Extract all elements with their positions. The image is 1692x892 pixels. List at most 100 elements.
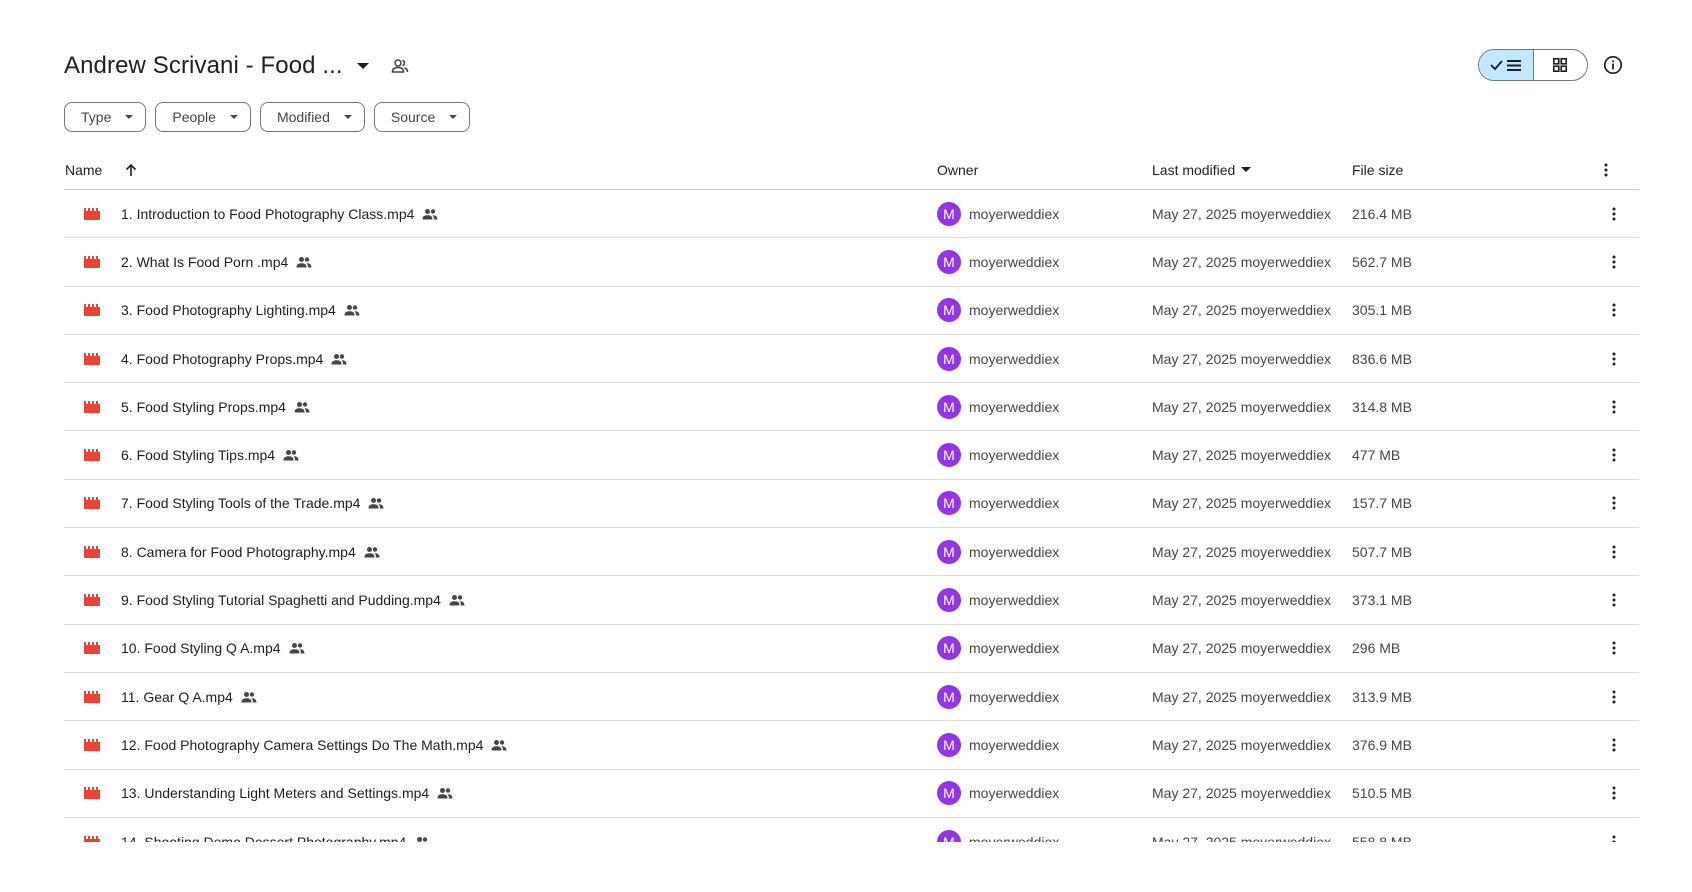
table-row[interactable]: 2. What Is Food Porn .mp4 M moyerweddiex…	[64, 238, 1639, 287]
more-actions-button[interactable]	[1604, 832, 1624, 842]
file-size-column-header[interactable]: File size	[1352, 150, 1403, 189]
table-row[interactable]: 7. Food Styling Tools of the Trade.mp4 M…	[64, 480, 1639, 529]
file-name-cell[interactable]: 13. Understanding Light Meters and Setti…	[121, 770, 453, 817]
last-modified-cell: May 27, 2025 moyerweddiex	[1152, 576, 1331, 623]
last-modified-cell: May 27, 2025 moyerweddiex	[1152, 238, 1331, 285]
more-actions-button[interactable]	[1604, 783, 1624, 803]
owner-name: moyerweddiex	[969, 640, 1060, 657]
avatar: M	[937, 732, 961, 757]
owner-cell: M moyerweddiex	[937, 576, 1059, 623]
avatar: M	[937, 829, 961, 842]
table-row[interactable]: 8. Camera for Food Photography.mp4 M moy…	[64, 528, 1639, 577]
more-actions-button[interactable]	[1604, 349, 1624, 369]
last-modified-text: May 27, 2025 moyerweddiex	[1152, 302, 1331, 319]
owner-cell: M moyerweddiex	[937, 770, 1059, 817]
folder-menu-caret-icon[interactable]	[356, 63, 369, 69]
last-modified-cell: May 27, 2025 moyerweddiex	[1152, 770, 1331, 817]
filter-source-chip[interactable]: Source	[373, 102, 471, 132]
file-type-cell	[84, 818, 100, 842]
last-modified-cell: May 27, 2025 moyerweddiex	[1152, 673, 1331, 720]
table-row[interactable]: 4. Food Photography Props.mp4 M moyerwed…	[64, 335, 1639, 384]
shared-icon	[289, 642, 305, 654]
file-name-cell[interactable]: 2. What Is Food Porn .mp4	[121, 238, 312, 285]
column-label: File size	[1352, 161, 1404, 178]
more-actions-button[interactable]	[1604, 252, 1624, 272]
video-file-icon	[84, 207, 100, 220]
filter-modified-chip[interactable]: Modified	[259, 102, 365, 132]
shared-icon	[344, 304, 360, 316]
table-row[interactable]: 5. Food Styling Props.mp4 M moyerweddiex…	[64, 383, 1639, 432]
shared-folder-icon[interactable]	[391, 58, 409, 74]
file-name-cell[interactable]: 3. Food Photography Lighting.mp4	[121, 287, 360, 334]
sort-dropdown-icon[interactable]	[1241, 167, 1252, 172]
last-modified-text: May 27, 2025 moyerweddiex	[1152, 640, 1331, 657]
table-row[interactable]: 12. Food Photography Camera Settings Do …	[64, 721, 1639, 770]
owner-name: moyerweddiex	[969, 350, 1060, 367]
more-vert-icon	[1612, 835, 1616, 842]
file-name-cell[interactable]: 1. Introduction to Food Photography Clas…	[121, 190, 438, 237]
table-row[interactable]: 10. Food Styling Q A.mp4 M moyerweddiex …	[64, 625, 1639, 673]
table-row[interactable]: 13. Understanding Light Meters and Setti…	[64, 770, 1639, 818]
owner-column-header[interactable]: Owner	[937, 150, 978, 189]
file-name-cell[interactable]: 14. Shooting Demo Dessert Photography.mp…	[121, 818, 430, 842]
more-actions-button[interactable]	[1604, 445, 1624, 465]
file-size-cell: 373.1 MB	[1352, 576, 1412, 623]
file-name-cell[interactable]: 10. Food Styling Q A.mp4	[121, 625, 305, 672]
owner-cell: M moyerweddiex	[937, 528, 1059, 575]
more-actions-button[interactable]	[1604, 300, 1624, 320]
last-modified-text: May 27, 2025 moyerweddiex	[1152, 350, 1331, 367]
more-actions-button[interactable]	[1604, 542, 1624, 562]
file-name-cell[interactable]: 8. Camera for Food Photography.mp4	[121, 528, 380, 575]
file-size-text: 373.1 MB	[1352, 592, 1412, 609]
folder-title[interactable]: Andrew Scrivani - Food ...	[64, 52, 343, 80]
file-type-cell	[84, 721, 100, 768]
table-row[interactable]: 14. Shooting Demo Dessert Photography.mp…	[64, 818, 1639, 842]
file-name-cell[interactable]: 11. Gear Q A.mp4	[121, 673, 257, 720]
file-size-cell: 157.7 MB	[1352, 480, 1412, 527]
table-row[interactable]: 3. Food Photography Lighting.mp4 M moyer…	[64, 287, 1639, 335]
column-options-button[interactable]	[1604, 150, 1608, 189]
file-name-cell[interactable]: 5. Food Styling Props.mp4	[121, 383, 310, 430]
filter-people-chip[interactable]: People	[155, 102, 251, 132]
name-column-header[interactable]: Name	[65, 150, 138, 189]
file-name: 14. Shooting Demo Dessert Photography.mp…	[121, 833, 407, 843]
filter-type-chip[interactable]: Type	[64, 102, 147, 132]
file-name-cell[interactable]: 12. Food Photography Camera Settings Do …	[121, 721, 507, 768]
file-name-cell[interactable]: 9. Food Styling Tutorial Spaghetti and P…	[121, 576, 465, 623]
last-modified-cell: May 27, 2025 moyerweddiex	[1152, 431, 1331, 478]
more-actions-button[interactable]	[1604, 590, 1624, 610]
shared-icon	[294, 401, 310, 413]
row-more-cell	[1604, 528, 1624, 575]
last-modified-text: May 27, 2025 moyerweddiex	[1152, 543, 1331, 560]
owner-name: moyerweddiex	[969, 447, 1060, 464]
more-vert-icon	[1612, 448, 1616, 462]
video-file-icon	[84, 545, 100, 558]
file-name-cell[interactable]: 4. Food Photography Props.mp4	[121, 335, 347, 382]
file-size-cell: 558.8 MB	[1352, 818, 1412, 843]
more-actions-button[interactable]	[1604, 204, 1624, 224]
video-file-icon	[84, 497, 100, 510]
owner-name: moyerweddiex	[969, 253, 1060, 270]
last-modified-column-header[interactable]: Last modified	[1152, 150, 1252, 189]
grid-view-button[interactable]	[1534, 50, 1588, 80]
file-name-cell[interactable]: 7. Food Styling Tools of the Trade.mp4	[121, 480, 384, 527]
table-row[interactable]: 1. Introduction to Food Photography Clas…	[64, 190, 1639, 239]
sort-ascending-arrow-icon[interactable]	[124, 163, 138, 177]
more-actions-button[interactable]	[1604, 493, 1624, 513]
more-actions-button[interactable]	[1604, 397, 1624, 417]
more-vert-icon	[1612, 303, 1616, 317]
info-button[interactable]	[1601, 53, 1625, 77]
more-actions-button[interactable]	[1604, 638, 1624, 658]
file-size-cell: 836.6 MB	[1352, 335, 1412, 382]
table-row[interactable]: 9. Food Styling Tutorial Spaghetti and P…	[64, 576, 1639, 625]
list-view-button[interactable]	[1479, 50, 1534, 80]
owner-cell: M moyerweddiex	[937, 480, 1059, 527]
shared-icon	[449, 594, 465, 606]
table-row[interactable]: 11. Gear Q A.mp4 M moyerweddiex May 27, …	[64, 673, 1639, 722]
owner-name: moyerweddiex	[969, 833, 1060, 843]
more-actions-button[interactable]	[1604, 735, 1624, 755]
file-name-cell[interactable]: 6. Food Styling Tips.mp4	[121, 431, 299, 478]
table-row[interactable]: 6. Food Styling Tips.mp4 M moyerweddiex …	[64, 431, 1639, 480]
file-name: 10. Food Styling Q A.mp4	[121, 640, 281, 657]
more-actions-button[interactable]	[1604, 687, 1624, 707]
